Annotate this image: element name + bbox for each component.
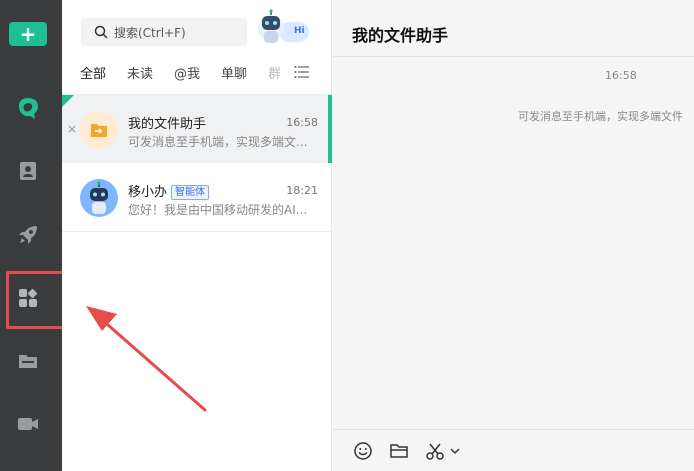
conversation-list-pane: 搜索(Ctrl+F) Hi 全部 未读 @我 单聊 群 × 我的文件助手 16:… <box>62 0 332 471</box>
search-icon <box>94 25 108 39</box>
ai-assistant-button[interactable]: Hi <box>257 9 313 47</box>
new-chat-button[interactable]: + <box>9 22 47 46</box>
tab-unread[interactable]: 未读 <box>127 63 153 83</box>
left-navigation-rail: + <box>0 0 62 471</box>
chat-header-divider <box>333 56 694 57</box>
robot-avatar <box>80 179 118 217</box>
message-timestamp: 16:58 <box>605 69 637 82</box>
scissors-icon[interactable] <box>424 440 446 462</box>
chat-pane: 我的文件助手 16:58 可发消息至手机端，实现多端文件 <box>333 0 694 471</box>
tab-direct[interactable]: 单聊 <box>221 63 247 83</box>
active-indicator <box>328 95 332 163</box>
close-icon[interactable]: × <box>67 122 77 136</box>
apps-highlight-box <box>6 271 66 329</box>
tab-all[interactable]: 全部 <box>80 63 106 83</box>
folder-icon[interactable] <box>14 347 42 375</box>
conversation-time: 18:21 <box>286 184 318 197</box>
conversation-title-text: 移小办 <box>128 185 168 200</box>
system-message: 可发消息至手机端，实现多端文件 <box>518 110 683 123</box>
conversation-preview: 您好！我是由中国移动研发的AI... <box>128 203 308 217</box>
search-input[interactable]: 搜索(Ctrl+F) <box>81 18 247 46</box>
emoji-icon[interactable] <box>352 440 374 462</box>
conversation-title: 移小办 智能体 <box>128 181 210 200</box>
agent-badge: 智能体 <box>171 185 210 200</box>
plus-label: + <box>19 22 37 46</box>
conversation-item-file-assistant[interactable]: × 我的文件助手 16:58 可发消息至手机端，实现多端文... <box>62 95 332 163</box>
folder-icon[interactable] <box>388 440 410 462</box>
rocket-icon[interactable] <box>14 221 42 249</box>
chat-title: 我的文件助手 <box>352 26 449 45</box>
tab-mentions[interactable]: @我 <box>174 63 200 83</box>
conversation-title: 我的文件助手 <box>128 117 207 132</box>
tab-group[interactable]: 群 <box>268 63 280 83</box>
file-transfer-icon <box>80 111 118 149</box>
list-menu-icon[interactable] <box>294 65 310 79</box>
filter-tabs: 全部 未读 @我 单聊 群 <box>80 63 286 83</box>
toolbar-divider <box>333 429 694 430</box>
ai-hi-label: Hi <box>294 26 305 36</box>
chevron-down-icon[interactable] <box>448 440 462 462</box>
search-placeholder: 搜索(Ctrl+F) <box>114 25 186 40</box>
conversation-item-yixiaoban[interactable]: 移小办 智能体 18:21 您好！我是由中国移动研发的AI... <box>62 163 332 231</box>
conversation-time: 16:58 <box>286 116 318 129</box>
pinned-corner-marker <box>62 95 74 107</box>
brand-logo-icon[interactable] <box>14 94 42 122</box>
contacts-icon[interactable] <box>14 157 42 185</box>
video-icon[interactable] <box>14 410 42 438</box>
conversation-preview: 可发消息至手机端，实现多端文... <box>128 135 308 149</box>
list-divider <box>62 231 332 232</box>
